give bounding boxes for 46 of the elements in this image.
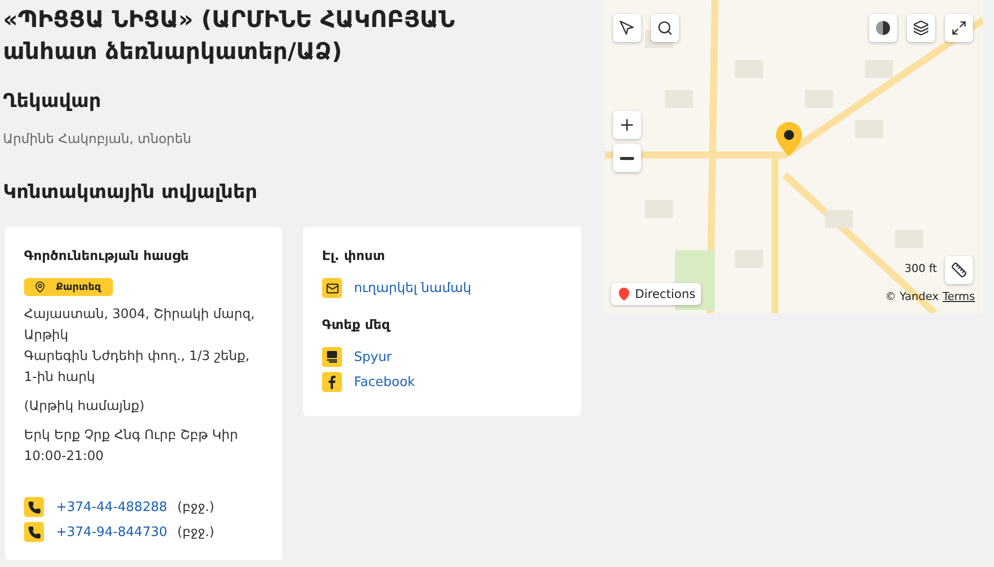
zoom-out-button[interactable] <box>613 144 641 172</box>
phone-note: (բջջ.) <box>177 500 214 514</box>
mail-icon <box>322 278 342 298</box>
map-attribution: © Yandex <box>885 290 939 303</box>
locate-button[interactable] <box>613 14 641 42</box>
fullscreen-icon <box>951 20 967 36</box>
hours-text: Երկ Երք Չրք Հնգ Ուրբ Շբթ Կիր 10:00-21:00 <box>24 427 240 466</box>
section-heading: Կոնտակտային տվյալներ <box>3 181 258 203</box>
contrast-icon <box>875 20 891 36</box>
contrast-button[interactable] <box>869 14 897 42</box>
email-link[interactable]: ուղարկել նամակ <box>354 280 472 296</box>
map-scale: 300 ft <box>904 262 937 275</box>
layers-icon <box>913 20 929 36</box>
minus-icon <box>620 156 634 160</box>
fullscreen-button[interactable] <box>945 14 973 42</box>
navigation-arrow-icon <box>619 20 635 36</box>
spyur-icon <box>322 347 342 367</box>
search-button[interactable] <box>651 14 679 42</box>
phone-icon <box>24 497 44 517</box>
ruler-icon <box>951 262 967 278</box>
pin-icon <box>617 287 631 301</box>
community-text: (Արթիկ համայնք) <box>24 398 146 416</box>
card-heading: Էլ. փոստ <box>322 249 386 264</box>
search-icon <box>657 20 673 36</box>
pin-icon <box>34 281 46 293</box>
ruler-button[interactable] <box>945 256 973 284</box>
facebook-icon <box>322 372 342 392</box>
social-link[interactable]: Spyur <box>354 350 392 364</box>
social-link[interactable]: Facebook <box>354 374 416 390</box>
directions-button[interactable]: Directions <box>611 283 702 305</box>
plus-icon <box>618 116 636 134</box>
phone-link[interactable]: +374-94-844730 <box>56 524 168 540</box>
phone-link[interactable]: +374-44-488288 <box>56 500 168 514</box>
section-heading: Ղեկավար <box>3 90 102 112</box>
page-title: «ՊԻՑՑԱ ՆԻՑԱ» (ԱՐՄԻՆԵ ՀԱԿՈԲՅԱՆ անհատ ձեռնարկատեր/ԱՁ) <box>3 6 456 67</box>
manager-name: Արմինե Հակոբյան, տնօրեն <box>3 132 192 147</box>
phone-note: (բջջ.) <box>177 524 214 540</box>
zoom-in-button[interactable] <box>613 111 641 139</box>
terms-link[interactable]: Terms <box>942 290 975 303</box>
map-button[interactable]: Քարտեզ <box>24 278 113 296</box>
card-heading: Գործունեության հասցե <box>24 249 190 264</box>
layers-button[interactable] <box>907 14 935 42</box>
card-heading: Գտեք մեզ <box>322 318 392 333</box>
address-text: Հայաստան, 3004, Շիրակի մարզ, Արթիկ Գարեգին Նժդեհի փող., 1/3 շենք, 1-ին հարկ <box>24 306 256 387</box>
map-view[interactable]: 300 ft Directions © Yandex Terms <box>605 0 983 313</box>
phone-icon <box>24 522 44 542</box>
